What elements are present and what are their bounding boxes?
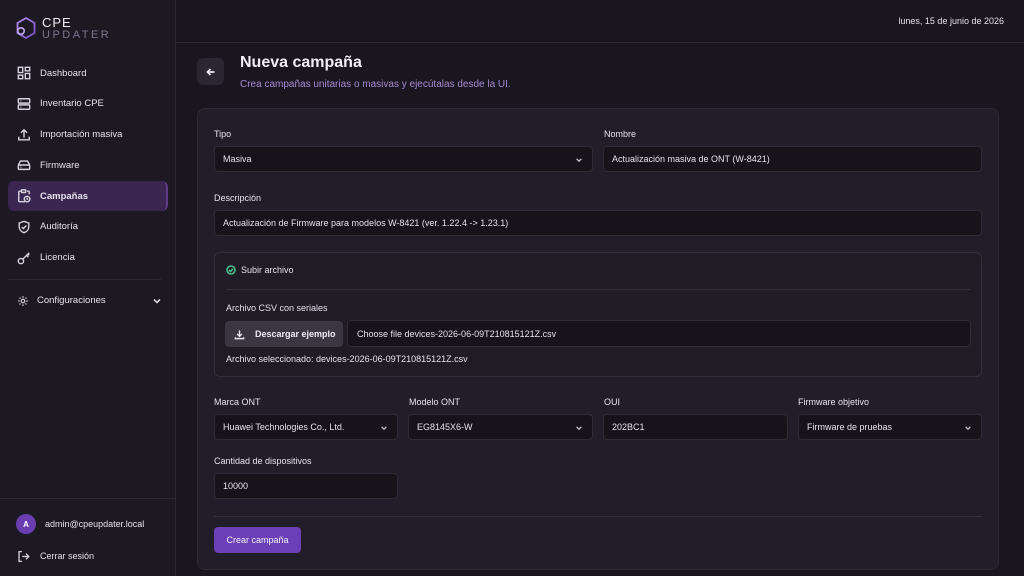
chevron-down-icon [576,158,582,163]
brand-subname: UPDATER [42,28,112,41]
server-icon [17,97,31,110]
router-icon [17,160,31,171]
sidebar-footer: A admin@cpeupdater.local Cerrar sesión [0,498,176,567]
csv-file-input[interactable]: Choose file devices-2026-06-09T210815121… [347,320,971,347]
firmware-label: Firmware objetivo [798,397,870,407]
hexagon-logo-icon [16,16,36,40]
nombre-label: Nombre [604,129,637,139]
marca-select[interactable]: Huawei Technologies Co., Ltd. [214,414,398,440]
modelo-value: EG8145X6-W [417,422,473,432]
firmware-value: Firmware de pruebas [807,422,893,432]
sidebar-item-label: Configuraciones [37,295,106,307]
dashboard-icon [17,66,31,80]
chevron-down-icon [381,426,387,431]
tipo-value: Masiva [223,154,252,164]
check-circle-icon [226,265,236,275]
download-icon [234,329,245,339]
tipo-label: Tipo [214,129,232,139]
user-email: admin@cpeupdater.local [45,519,145,529]
sidebar-item-campanas[interactable]: Campañas [8,181,168,212]
cantidad-input[interactable]: 10000 [214,473,398,499]
logout-label: Cerrar sesión [40,551,95,561]
marca-value: Huawei Technologies Co., Ltd. [223,422,345,432]
chevron-down-icon [153,298,161,304]
page-subtitle: Crea campañas unitarias o masivas y ejec… [240,79,511,90]
avatar: A [16,514,36,534]
user-profile[interactable]: A admin@cpeupdater.local [0,513,176,535]
upload-mode-option[interactable]: Subir archivo [226,265,294,275]
sidebar-item-label: Campañas [40,190,89,202]
selected-file-text: Archivo seleccionado: devices-2026-06-09… [226,354,468,364]
upload-mode-label: Subir archivo [241,265,294,275]
create-campaign-button[interactable]: Crear campaña [214,527,301,553]
sidebar-item-inventario[interactable]: Inventario CPE [8,89,168,119]
firmware-select[interactable]: Firmware de pruebas [798,414,982,440]
sidebar-item-licencia[interactable]: Licencia [8,243,168,273]
descripcion-value: Actualización de Firmware para modelos W… [223,218,509,228]
cantidad-label: Cantidad de dispositivos [214,456,312,466]
nombre-input[interactable]: Actualización masiva de ONT (W-8421) [603,146,982,172]
download-example-button[interactable]: Descargar ejemplo [225,321,343,347]
divider [214,516,982,517]
sidebar-item-dashboard[interactable]: Dashboard [8,58,168,88]
shield-check-icon [18,220,30,234]
page-title: Nueva campaña [240,54,362,71]
clipboard-clock-icon [18,189,31,203]
chevron-down-icon [965,426,971,431]
sidebar-item-label: Firmware [40,159,80,171]
nombre-value: Actualización masiva de ONT (W-8421) [612,154,770,164]
modelo-select[interactable]: EG8145X6-W [408,414,593,440]
gear-icon [18,295,28,306]
oui-label: OUI [604,397,621,407]
oui-input[interactable]: 202BC1 [603,414,788,440]
download-example-label: Descargar ejemplo [255,329,336,339]
modelo-label: Modelo ONT [409,397,461,407]
sidebar-item-auditoria[interactable]: Auditoría [8,212,168,242]
csv-label: Archivo CSV con seriales [226,303,328,313]
sidebar-item-configuraciones[interactable]: Configuraciones [8,286,168,316]
logout-button[interactable]: Cerrar sesión [0,545,176,567]
upload-icon [18,128,30,141]
current-date: lunes, 15 de junio de 2026 [898,16,1004,26]
sidebar-nav: Dashboard Inventario CPE Importación mas… [8,58,168,317]
logout-icon [18,550,30,562]
chevron-down-icon [576,426,582,431]
marca-label: Marca ONT [214,397,261,407]
sidebar: CPE UPDATER Dashboard Inventario CPE Imp… [0,0,176,576]
descripcion-input[interactable]: Actualización de Firmware para modelos W… [214,210,982,236]
back-button[interactable] [197,58,224,85]
sidebar-item-label: Auditoría [40,221,79,233]
file-input-value: Choose file devices-2026-06-09T210815121… [357,328,557,339]
sidebar-item-label: Dashboard [40,67,87,79]
arrow-left-icon [205,67,214,76]
sidebar-item-label: Importación masiva [40,129,123,141]
tipo-select[interactable]: Masiva [214,146,593,172]
descripcion-label: Descripción [214,193,262,203]
sidebar-item-importacion[interactable]: Importación masiva [8,120,168,150]
sidebar-item-firmware[interactable]: Firmware [8,150,168,180]
oui-value: 202BC1 [612,422,645,432]
topbar: lunes, 15 de junio de 2026 [176,0,1024,43]
sidebar-item-label: Inventario CPE [40,98,104,110]
cantidad-value: 10000 [223,481,249,491]
nav-divider [8,278,161,280]
divider [226,289,971,290]
key-icon [17,252,30,265]
app-logo[interactable]: CPE UPDATER [14,14,111,42]
brand-name: CPE [42,14,72,30]
sidebar-item-label: Licencia [40,252,75,264]
